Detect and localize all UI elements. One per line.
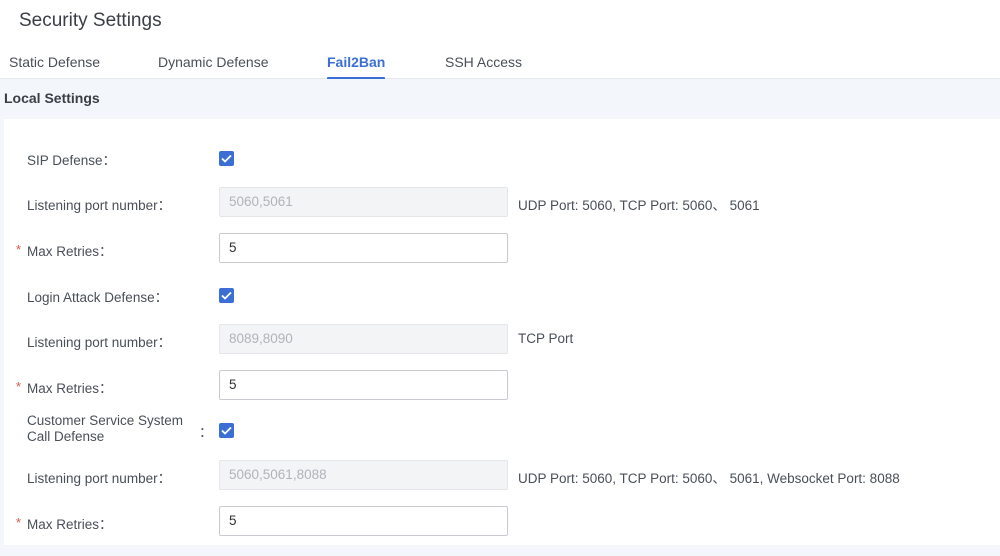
css-max-retries-input[interactable]: 5: [219, 506, 508, 536]
required-asterisk: *: [16, 242, 22, 257]
login-port-label: Listening port number：: [27, 335, 172, 350]
checkmark-icon: [221, 291, 232, 300]
css-defense-colon: ：: [199, 425, 213, 440]
page-title: Security Settings: [19, 10, 162, 31]
sip-port-hint: UDP Port: 5060, TCP Port: 5060、 5061: [518, 198, 760, 213]
sip-defense-checkbox[interactable]: [219, 151, 234, 166]
tab-dynamic-defense[interactable]: Dynamic Defense: [158, 54, 269, 70]
sip-max-retries-input[interactable]: 5: [219, 233, 508, 263]
required-asterisk: *: [16, 515, 22, 530]
login-max-retries-input[interactable]: 5: [219, 370, 508, 400]
css-port-hint: UDP Port: 5060, TCP Port: 5060、 5061, We…: [518, 471, 900, 486]
required-asterisk: *: [16, 379, 22, 394]
css-retries-label: Max Retries：: [27, 517, 113, 532]
local-settings-section: Local Settings SIP Defense： Listening po…: [0, 79, 1000, 556]
tab-ssh-access[interactable]: SSH Access: [445, 54, 522, 70]
login-port-input[interactable]: 8089,8090: [219, 324, 508, 354]
tab-bar: Static Defense Dynamic Defense Fail2Ban …: [0, 50, 1000, 80]
login-port-hint: TCP Port: [518, 331, 574, 346]
sip-port-label: Listening port number：: [27, 198, 172, 213]
login-defense-label: Login Attack Defense：: [27, 290, 169, 305]
css-port-input[interactable]: 5060,5061,8088: [219, 460, 508, 490]
css-port-label: Listening port number：: [27, 471, 172, 486]
sip-defense-label: SIP Defense：: [27, 153, 117, 168]
css-defense-checkbox[interactable]: [219, 423, 234, 438]
sip-port-input[interactable]: 5060,5061: [219, 187, 508, 217]
css-defense-label: Customer Service System Call Defense: [27, 413, 184, 444]
checkmark-icon: [221, 154, 232, 163]
login-retries-label: Max Retries：: [27, 381, 113, 396]
tab-fail2ban[interactable]: Fail2Ban: [327, 54, 386, 80]
sip-retries-label: Max Retries：: [27, 244, 113, 259]
section-title: Local Settings: [4, 90, 100, 106]
checkmark-icon: [221, 426, 232, 435]
login-defense-checkbox[interactable]: [219, 288, 234, 303]
tab-static-defense[interactable]: Static Defense: [9, 54, 100, 70]
settings-panel: SIP Defense： Listening port number： 5060…: [4, 119, 1000, 545]
